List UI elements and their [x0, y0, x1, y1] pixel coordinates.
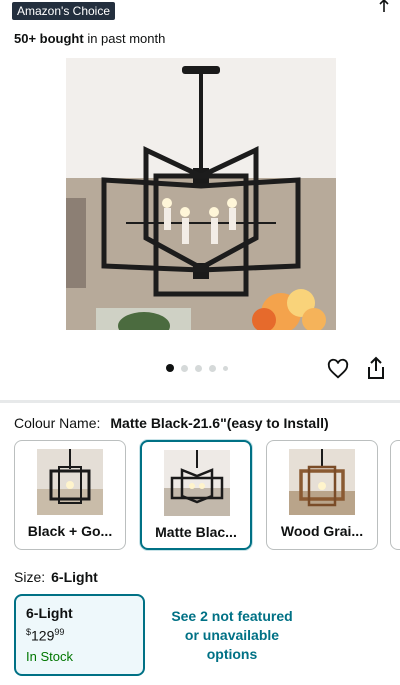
size-option-name: 6-Light: [26, 605, 73, 621]
pagination-dot[interactable]: [166, 364, 174, 372]
colour-option-matte-black[interactable]: Matte Blac...: [140, 440, 252, 550]
colour-option-black-gold[interactable]: Black + Go...: [14, 440, 126, 550]
colour-option-thumbnail: [37, 449, 103, 515]
section-divider: [0, 400, 400, 403]
colour-option-label: Black + Go...: [27, 523, 113, 539]
see-unavailable-options-link[interactable]: See 2 not featured or unavailable option…: [152, 607, 312, 664]
size-option-6-light[interactable]: 6-Light $12999 In Stock: [14, 594, 145, 676]
upload-icon[interactable]: [378, 0, 390, 18]
pagination-dot[interactable]: [195, 364, 202, 372]
image-pagination[interactable]: [166, 364, 228, 372]
pagination-dot[interactable]: [181, 364, 188, 372]
colour-label: Colour Name:: [14, 415, 101, 431]
pagination-dot[interactable]: [209, 364, 216, 372]
colour-selection: Colour Name: Matte Black-21.6"(easy to In…: [14, 415, 329, 431]
size-option-price: $12999: [26, 627, 65, 644]
heart-icon[interactable]: [327, 358, 349, 380]
colour-option-thumbnail: [164, 450, 230, 516]
colour-option-label: Matte Blac...: [155, 524, 237, 540]
colour-option-next[interactable]: [390, 440, 400, 550]
product-image[interactable]: [66, 58, 336, 330]
pagination-dot[interactable]: [223, 365, 228, 371]
colour-option-wood-grain[interactable]: Wood Grai...: [266, 440, 378, 550]
colour-option-thumbnail: [289, 449, 355, 515]
size-label: Size:: [14, 569, 46, 585]
purchase-count: 50+ bought in past month: [14, 31, 166, 46]
share-icon[interactable]: [366, 356, 386, 380]
colour-value: Matte Black-21.6"(easy to Install): [110, 415, 329, 431]
amazons-choice-badge: Amazon's Choice: [12, 2, 115, 20]
colour-option-label: Wood Grai...: [280, 523, 364, 539]
stock-status: In Stock: [26, 648, 73, 664]
size-value: 6-Light: [51, 569, 98, 585]
size-selection: Size: 6-Light: [14, 569, 98, 585]
